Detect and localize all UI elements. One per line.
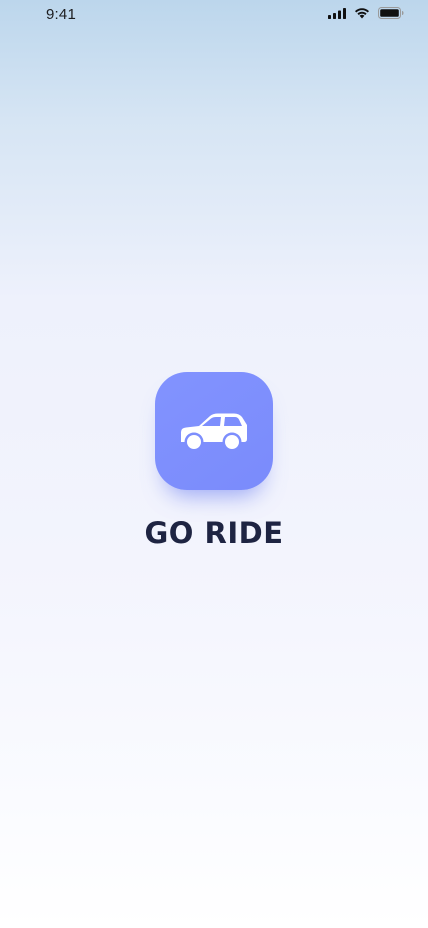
wifi-icon [354, 7, 370, 19]
app-name: GO RIDE [144, 516, 284, 550]
cellular-signal-icon [328, 7, 346, 19]
battery-icon [378, 7, 404, 19]
status-bar: 9:41 [0, 0, 428, 32]
status-icons [328, 6, 404, 20]
app-logo [155, 372, 273, 490]
status-time: 9:41 [46, 6, 76, 23]
car-icon [177, 408, 251, 455]
